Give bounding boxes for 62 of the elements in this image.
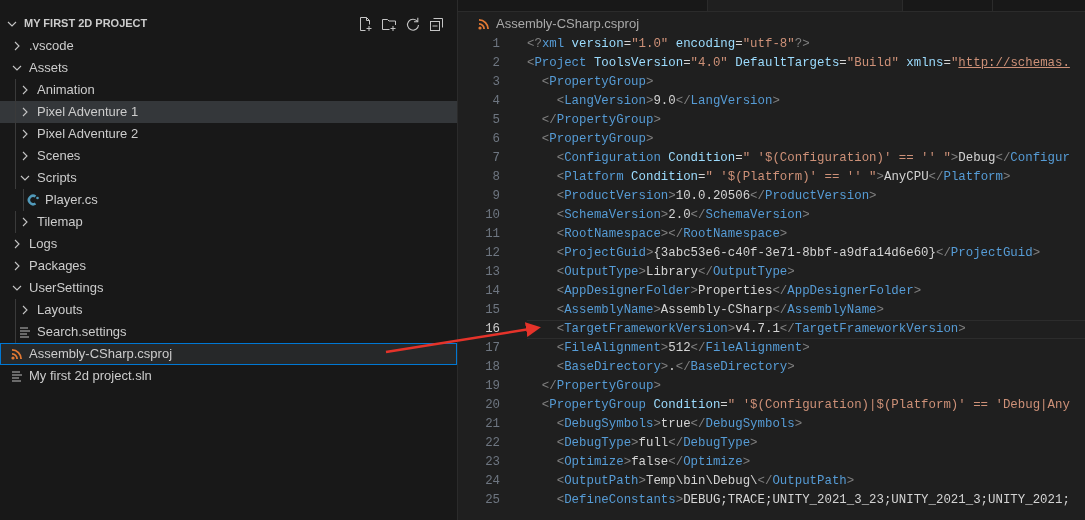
line-number: 1 bbox=[491, 36, 500, 54]
code-line: <AssemblyName>Assembly-CSharp</AssemblyName> bbox=[555, 302, 885, 320]
line-number: 23 bbox=[484, 454, 500, 472]
rss-icon bbox=[11, 348, 23, 360]
file-item[interactable]: Assembly-CSharp.csproj bbox=[0, 343, 457, 365]
line-number: 19 bbox=[484, 378, 500, 396]
text-file-icon bbox=[11, 370, 23, 382]
code-line: <OutputPath>Temp\bin\Debug\</OutputPath> bbox=[555, 473, 856, 491]
breadcrumb[interactable]: Assembly-CSharp.csproj bbox=[496, 13, 640, 34]
line-number: 25 bbox=[484, 492, 500, 510]
line-number: 17 bbox=[484, 340, 500, 358]
code-line: <ProjectGuid>{3abc53e6-c40f-3e71-8bbf-a9dfa14d6e60}</ProjectGuid> bbox=[555, 245, 1042, 263]
code-line: <SchemaVersion>2.0</SchemaVersion> bbox=[555, 207, 811, 225]
line-number: 16 bbox=[484, 321, 500, 339]
code-line: <LangVersion>9.0</LangVersion> bbox=[555, 93, 781, 111]
code-line: <Optimize>false</Optimize> bbox=[555, 454, 752, 472]
line-number: 10 bbox=[484, 207, 500, 225]
code-line: <ProductVersion>10.0.20506</ProductVersion> bbox=[555, 188, 878, 206]
code-line: <TargetFrameworkVersion>v4.7.1</TargetFrameworkVersion> bbox=[527, 320, 1085, 339]
code-line: <DebugType>full</DebugType> bbox=[555, 435, 759, 453]
line-number: 5 bbox=[491, 112, 500, 130]
code-line: <FileAlignment>512</FileAlignment> bbox=[555, 340, 811, 358]
line-number: 4 bbox=[491, 93, 500, 111]
code-line: <?xml version="1.0" encoding="utf-8"?> bbox=[527, 36, 811, 54]
code-line: <OutputType>Library</OutputType> bbox=[555, 264, 796, 282]
code-line: <DefineConstants>DEBUG;TRACE;UNITY_2021_3_23;UNITY_2021_3;UNITY_2021; bbox=[555, 492, 1071, 510]
text-file-icon bbox=[19, 326, 31, 338]
line-number: 8 bbox=[491, 169, 500, 187]
line-number: 14 bbox=[484, 283, 500, 301]
line-number: 18 bbox=[484, 359, 500, 377]
line-number: 6 bbox=[491, 131, 500, 149]
code-line: <AppDesignerFolder>Properties</AppDesignerFolder> bbox=[555, 283, 923, 301]
code-line: <DebugSymbols>true</DebugSymbols> bbox=[555, 416, 804, 434]
line-number: 24 bbox=[484, 473, 500, 491]
line-number: 11 bbox=[484, 226, 500, 244]
refresh-icon[interactable] bbox=[405, 15, 421, 32]
code-line: <PropertyGroup> bbox=[540, 131, 655, 149]
line-number: 13 bbox=[484, 264, 500, 282]
line-number: 9 bbox=[491, 188, 500, 206]
code-line: <Platform Condition=" '$(Platform)' == '' ">AnyCPU</Platform> bbox=[555, 169, 1012, 187]
line-number: 20 bbox=[484, 397, 500, 415]
code-line: <Project ToolsVersion="4.0" DefaultTargets="Build" xmlns="http://schemas. bbox=[527, 55, 1071, 73]
line-number: 12 bbox=[484, 245, 500, 263]
line-number: 7 bbox=[491, 150, 500, 168]
rss-icon bbox=[478, 17, 490, 30]
code-line: </PropertyGroup> bbox=[540, 378, 662, 396]
code-line: </PropertyGroup> bbox=[540, 112, 662, 130]
code-line: <Configuration Condition=" '$(Configuration)' == '' ">Debug</Configur bbox=[555, 150, 1071, 168]
code-line: <RootNamespace></RootNamespace> bbox=[555, 226, 789, 244]
code-line: <PropertyGroup> bbox=[540, 74, 655, 92]
csharp-file-icon bbox=[26, 193, 40, 207]
folder-item[interactable]: Pixel Adventure 1 bbox=[0, 101, 457, 123]
collapse-all-icon[interactable] bbox=[429, 15, 445, 32]
code-line: <PropertyGroup Condition=" '$(Configuration)|$(Platform)' == 'Debug|Any bbox=[540, 397, 1071, 415]
line-number: 22 bbox=[484, 435, 500, 453]
new-file-icon[interactable] bbox=[357, 15, 373, 32]
line-number: 2 bbox=[491, 55, 500, 73]
line-number: 3 bbox=[491, 74, 500, 92]
line-number: 15 bbox=[484, 302, 500, 320]
explorer-section-header[interactable]: MY FIRST 2D PROJECT bbox=[0, 12, 148, 35]
line-number: 21 bbox=[484, 416, 500, 434]
code-line: <BaseDirectory>.</BaseDirectory> bbox=[555, 359, 796, 377]
